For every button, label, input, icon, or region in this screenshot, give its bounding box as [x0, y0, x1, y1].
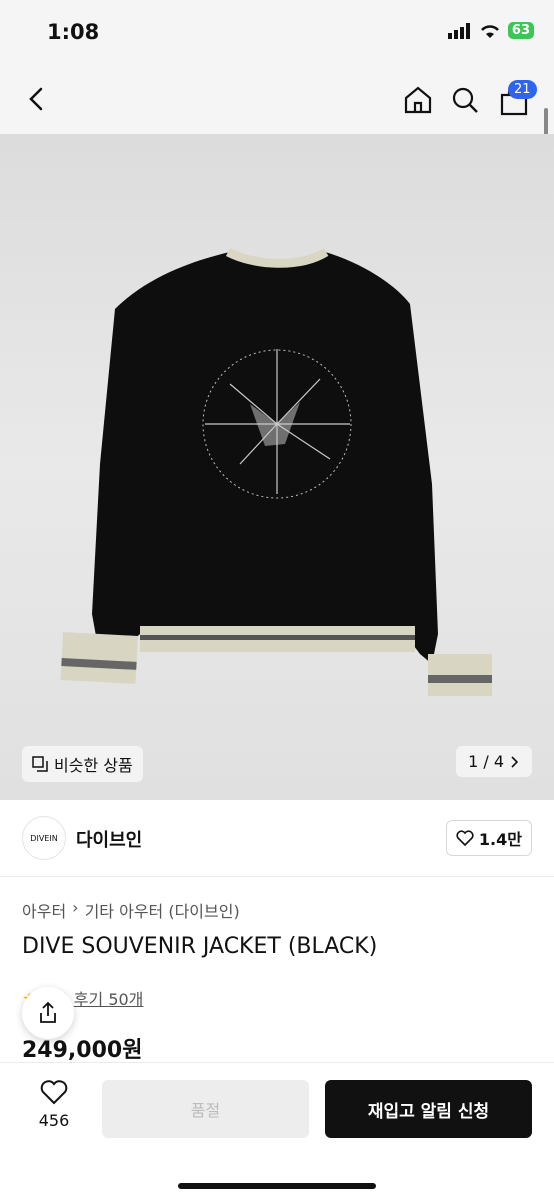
- battery-indicator: 63: [507, 22, 534, 39]
- breadcrumb: 아우터 › 기타 아우터 (다이브인): [22, 898, 240, 922]
- home-indicator: [178, 1183, 376, 1189]
- breadcrumb-item[interactable]: 아우터: [22, 898, 66, 922]
- chevron-right-icon: [511, 755, 519, 768]
- cart-count-badge: 21: [508, 80, 537, 99]
- brand-row[interactable]: DIVEIN 다이브인 1.4만: [0, 800, 554, 877]
- breadcrumb-separator: ›: [72, 898, 79, 917]
- top-navigation: 21: [0, 66, 554, 134]
- status-time: 1:08: [47, 20, 100, 44]
- bottom-action-bar: 456 품절 재입고 알림 신청: [0, 1062, 554, 1201]
- wishlist-count: 456: [38, 1111, 70, 1130]
- product-title: DIVE SOUVENIR JACKET (BLACK): [22, 934, 378, 959]
- heart-icon: [40, 1080, 68, 1105]
- product-image-gallery[interactable]: 비슷한 상품 1 / 4: [0, 134, 554, 800]
- brand-like-button[interactable]: 1.4만: [445, 820, 532, 856]
- wifi-icon: [480, 24, 499, 38]
- status-bar: 1:08 63: [0, 0, 554, 66]
- similar-products-icon: [32, 756, 48, 772]
- signal-icon: [447, 22, 470, 39]
- image-counter[interactable]: 1 / 4: [456, 746, 532, 777]
- back-icon[interactable]: [22, 84, 52, 114]
- soldout-button: 품절: [102, 1080, 309, 1138]
- share-icon: [40, 1002, 56, 1023]
- breadcrumb-item[interactable]: 기타 아우터 (다이브인): [85, 898, 240, 922]
- heart-icon: [456, 830, 474, 846]
- status-icons: 63: [447, 22, 534, 39]
- share-button[interactable]: [22, 987, 74, 1039]
- similar-products-button[interactable]: 비슷한 상품: [22, 746, 143, 782]
- restock-notify-button[interactable]: 재입고 알림 신청: [325, 1080, 532, 1138]
- similar-products-label: 비슷한 상품: [54, 756, 133, 775]
- brand-logo[interactable]: DIVEIN: [22, 816, 66, 860]
- search-icon[interactable]: [449, 84, 481, 116]
- home-icon[interactable]: [402, 84, 434, 116]
- wishlist-button[interactable]: 456: [28, 1079, 80, 1130]
- review-link[interactable]: 후기 50개: [74, 986, 144, 1010]
- brand-name[interactable]: 다이브인: [76, 826, 142, 852]
- image-counter-text: 1 / 4: [468, 752, 504, 771]
- brand-like-count: 1.4만: [478, 830, 522, 849]
- jacket-image: [60, 247, 492, 696]
